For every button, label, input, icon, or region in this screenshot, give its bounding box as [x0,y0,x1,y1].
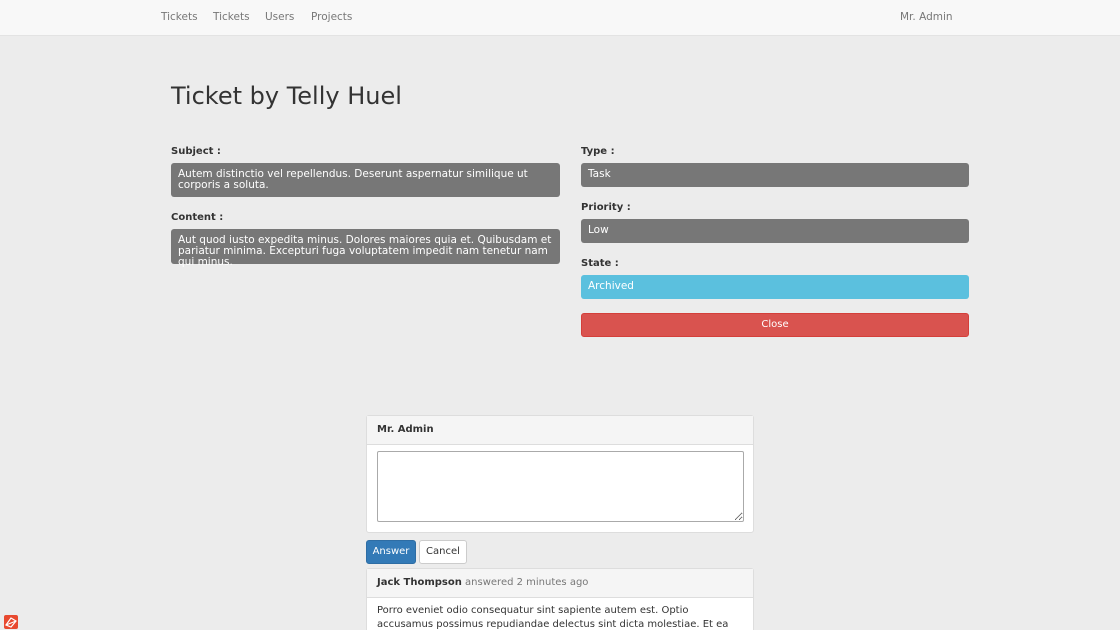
answer-panel: Jack Thompson answered 2 minutes ago Por… [366,568,754,630]
answer-meta: answered 2 minutes ago [465,577,589,588]
cancel-button[interactable]: Cancel [419,540,467,564]
priority-label: Priority : [581,202,631,213]
answer-button[interactable]: Answer [366,540,416,564]
page-title: Ticket by Telly Huel [171,82,402,110]
content-label: Content : [171,212,224,223]
reply-author: Mr. Admin [377,424,434,435]
user-menu[interactable]: Mr. Admin [900,11,953,23]
answer-heading: Jack Thompson answered 2 minutes ago [367,569,753,598]
type-label: Type : [581,146,615,157]
app-logo-icon[interactable] [4,614,18,629]
priority-value: Low [581,219,969,243]
state-value: Archived [581,275,969,299]
nav-link-users[interactable]: Users [265,11,294,23]
reply-panel: Mr. Admin [366,415,754,533]
close-ticket-button[interactable]: Close [581,313,969,337]
top-navbar: Tickets Tickets Users Projects Mr. Admin [0,0,1120,36]
nav-link-tickets[interactable]: Tickets [161,11,198,23]
answer-body: Porro eveniet odio consequatur sint sapi… [377,605,729,630]
subject-value: Autem distinctio vel repellendus. Deseru… [171,163,560,197]
answer-author: Jack Thompson [377,577,462,588]
nav-link-projects[interactable]: Projects [311,11,352,23]
content-value: Aut quod iusto expedita minus. Dolores m… [171,229,560,268]
type-value: Task [581,163,969,187]
reply-textarea[interactable] [377,451,744,522]
nav-link-tickets-2[interactable]: Tickets [213,11,250,23]
reply-panel-heading: Mr. Admin [367,416,753,445]
state-label: State : [581,258,619,269]
subject-label: Subject : [171,146,221,157]
